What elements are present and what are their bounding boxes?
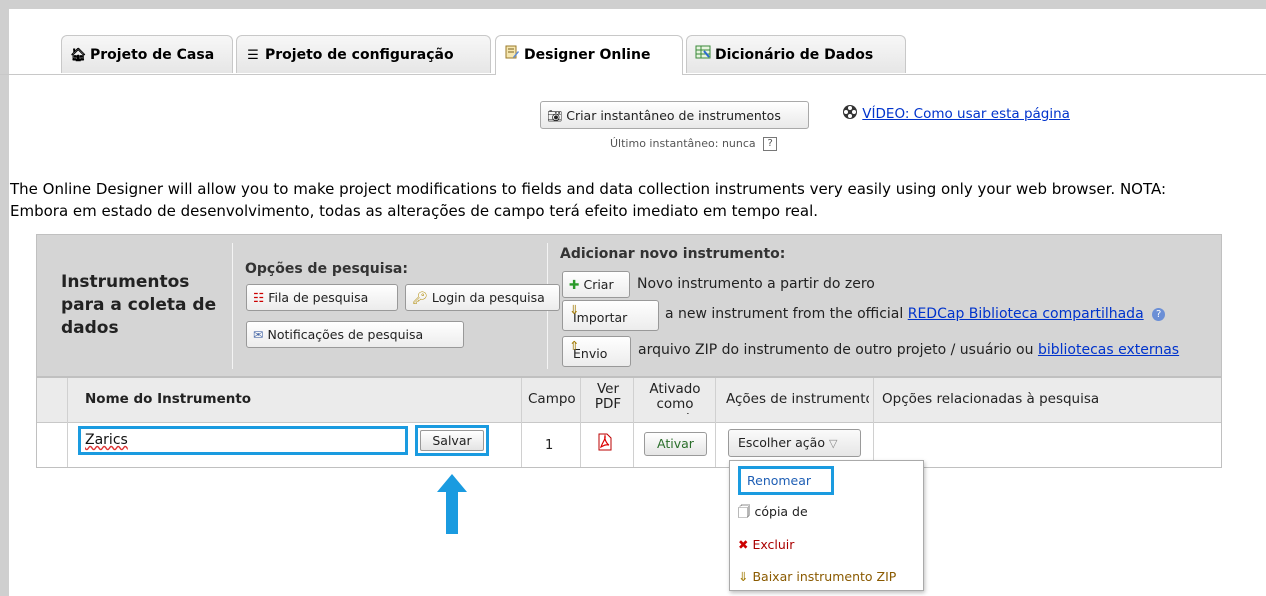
menu-item-rename[interactable]: Renomear (738, 466, 834, 495)
column-divider (715, 378, 716, 467)
create-instrument-button[interactable]: ✚ Criar (562, 271, 630, 298)
column-divider (873, 378, 874, 467)
panel-divider (232, 243, 233, 369)
menu-item-delete[interactable]: ✖ Excluir (738, 537, 794, 552)
snapshot-help-icon[interactable]: ? (763, 137, 778, 151)
import-text: a new instrument from the official (665, 306, 904, 322)
tab-project-setup[interactable]: ☰ Projeto de configuração (236, 35, 491, 73)
survey-notifications-label: Notificações de pesquisa (267, 327, 424, 342)
create-snapshot-button[interactable]: 📷︎ Criar instantâneo de instrumentos (540, 101, 809, 129)
pdf-icon[interactable] (597, 433, 613, 451)
upload-instrument-button[interactable]: ⇑ Envio (562, 336, 631, 367)
add-instrument-label: Adicionar novo instrumento: (560, 246, 786, 262)
arrow-up-icon (436, 474, 468, 534)
create-snapshot-label: Criar instantâneo de instrumentos (566, 108, 781, 123)
shared-library-link[interactable]: REDCap Biblioteca compartilhada (908, 306, 1144, 322)
header-enabled-as-survey: Ativado como pesquisa (645, 382, 705, 414)
save-button-highlight: Salvar (415, 425, 489, 456)
tab-label: Projeto de configuração (265, 47, 454, 63)
page-description: The Online Designer will allow you to ma… (10, 180, 1167, 220)
top-frame-border (0, 0, 1266, 9)
choose-action-dropdown[interactable]: Escolher ação ▽ (728, 429, 861, 457)
delete-label: Excluir (752, 537, 795, 552)
tab-label: Designer Online (524, 47, 651, 63)
survey-login-label: Login da pesquisa (431, 290, 545, 305)
upload-text: arquivo ZIP do instrumento de outro proj… (638, 342, 1034, 358)
download-icon: ⇓ (738, 569, 749, 584)
tab-data-dictionary[interactable]: Dicionário de Dados (686, 35, 906, 73)
upload-instrument-text: arquivo ZIP do instrumento de outro proj… (638, 342, 1179, 358)
survey-queue-button[interactable]: ☷ Fila de pesquisa (246, 284, 398, 311)
field-count: 1 (545, 438, 554, 453)
spreadsheet-icon (695, 37, 711, 73)
key-icon: 🔑︎ (412, 290, 428, 305)
column-divider (521, 378, 522, 467)
create-instrument-text: Novo instrumento a partir do zero (637, 276, 875, 292)
create-instrument-label: Criar (583, 277, 614, 292)
last-snapshot-value: nunca (721, 137, 756, 150)
header-view-pdf: Ver PDF (594, 382, 622, 412)
survey-queue-label: Fila de pesquisa (268, 290, 369, 305)
delete-icon: ✖ (738, 537, 749, 552)
video-link-text[interactable]: VÍDEO: Como usar esta página (862, 106, 1070, 122)
import-instrument-label: Importar (573, 310, 628, 325)
tab-online-designer[interactable]: Designer Online (495, 35, 683, 75)
instrument-name-input[interactable]: Zarics (78, 426, 408, 455)
menu-item-download-zip[interactable]: ⇓ Baixar instrumento ZIP (738, 569, 896, 584)
header-survey-options: Opções relacionadas à pesquisa (882, 391, 1100, 407)
choose-action-label: Escolher ação (738, 435, 825, 450)
column-divider (633, 378, 634, 467)
enable-survey-button[interactable]: Ativar (644, 432, 707, 456)
column-divider (67, 378, 68, 467)
envelope-icon: ✉ (253, 327, 264, 342)
home-icon: 🏠︎ (70, 48, 87, 63)
download-zip-label: Baixar instrumento ZIP (752, 569, 897, 584)
import-instrument-button[interactable]: ⇓ Importar (562, 300, 659, 331)
chevron-down-icon: ▽ (828, 437, 838, 450)
plus-icon: ✚ (569, 277, 580, 292)
download-icon: ⇓ (569, 302, 580, 317)
film-reel-icon (842, 105, 862, 122)
last-snapshot-label: Último instantâneo: (610, 137, 719, 150)
copy-icon: 🗍︎ (738, 504, 751, 519)
save-button[interactable]: Salvar (420, 430, 484, 451)
help-icon[interactable]: ? (1152, 307, 1166, 321)
copy-label: cópia de (754, 504, 808, 519)
survey-login-button[interactable]: 🔑︎ Login da pesquisa (405, 284, 560, 311)
left-frame-border (0, 0, 9, 596)
camera-icon: 📷︎ (547, 109, 563, 123)
header-instrument-name: Nome do Instrumento (85, 391, 252, 407)
tab-label: Dicionário de Dados (715, 47, 874, 63)
video-link[interactable]: VÍDEO: Como usar esta página (842, 104, 1070, 122)
upload-icon: ⇑ (569, 338, 580, 353)
tab-project-home[interactable]: 🏠︎ Projeto de Casa (61, 35, 233, 73)
row-bottom (37, 465, 1221, 466)
menu-item-copy[interactable]: 🗍︎ cópia de (738, 503, 808, 524)
survey-options-label: Opções de pesquisa: (245, 261, 408, 277)
designer-icon (504, 37, 520, 75)
column-divider (580, 378, 581, 467)
external-libraries-link[interactable]: bibliotecas externas (1038, 342, 1179, 358)
list-icon: ☰ (247, 48, 259, 63)
survey-notifications-button[interactable]: ✉ Notificações de pesquisa (246, 321, 464, 348)
header-instrument-actions: Ações de instrumentos (726, 391, 869, 407)
panel-title: Instrumentos para a coleta de dados (61, 272, 217, 338)
last-snapshot-note: Último instantâneo: nunca ? (610, 137, 778, 151)
tab-label: Projeto de Casa (90, 47, 215, 63)
instruments-panel: Instrumentos para a coleta de dados Opçõ… (36, 234, 1222, 377)
import-instrument-text: a new instrument from the official REDCa… (665, 306, 1166, 322)
header-fields: Campo (528, 391, 576, 407)
list-icon: ☷ (253, 290, 265, 305)
